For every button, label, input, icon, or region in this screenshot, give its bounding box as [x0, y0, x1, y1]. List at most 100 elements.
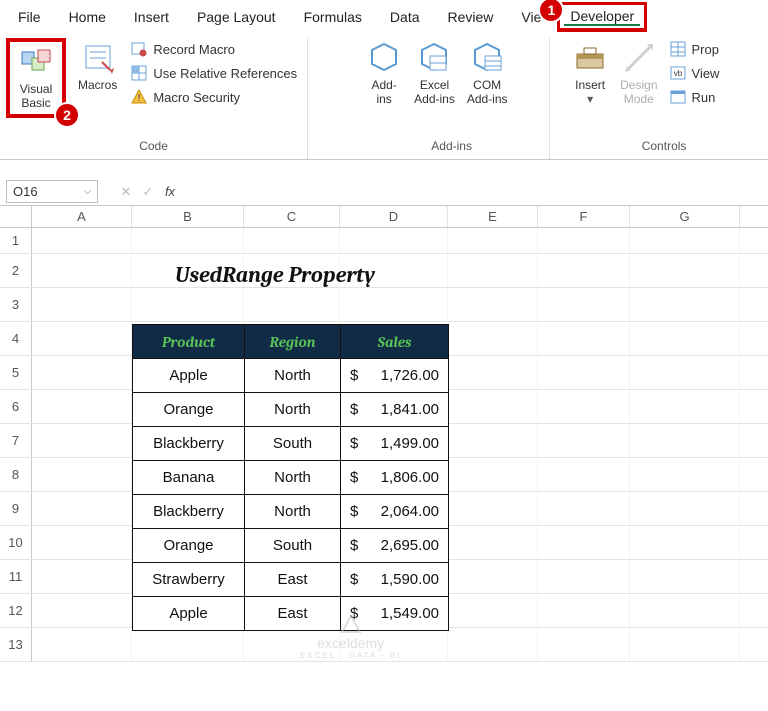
row-header[interactable]: 1 — [0, 228, 32, 253]
cell[interactable] — [32, 560, 132, 593]
macros-button[interactable]: Macros — [72, 38, 123, 94]
run-dialog-button[interactable]: Run — [666, 86, 724, 108]
cell[interactable] — [244, 628, 340, 661]
cell-region[interactable]: East — [245, 597, 341, 631]
cell-region[interactable]: South — [245, 427, 341, 461]
cell[interactable] — [340, 628, 448, 661]
cell[interactable] — [340, 228, 448, 253]
tab-home[interactable]: Home — [55, 3, 120, 31]
cell[interactable] — [32, 424, 132, 457]
cell[interactable] — [32, 526, 132, 559]
cell[interactable] — [538, 288, 630, 321]
name-box[interactable]: O16 ⌵ — [6, 180, 98, 203]
cell[interactable] — [630, 560, 740, 593]
cell[interactable] — [538, 628, 630, 661]
cell[interactable] — [538, 424, 630, 457]
cell-region[interactable]: South — [245, 529, 341, 563]
cell[interactable] — [32, 390, 132, 423]
row-header[interactable]: 3 — [0, 288, 32, 321]
row-header[interactable]: 10 — [0, 526, 32, 559]
cell[interactable] — [630, 288, 740, 321]
cell[interactable] — [630, 628, 740, 661]
tab-file[interactable]: File — [4, 3, 55, 31]
cell[interactable] — [630, 228, 740, 253]
cell[interactable] — [630, 322, 740, 355]
cell[interactable] — [538, 254, 630, 287]
cell-sales[interactable]: $1,806.00 — [341, 461, 449, 495]
cell[interactable] — [538, 594, 630, 627]
cell-product[interactable]: Strawberry — [133, 563, 245, 597]
cell[interactable] — [538, 390, 630, 423]
confirm-icon[interactable]: ✓ — [140, 184, 156, 200]
col-header-e[interactable]: E — [448, 206, 538, 227]
cell[interactable] — [630, 492, 740, 525]
cell[interactable] — [32, 254, 132, 287]
cell-sales[interactable]: $1,841.00 — [341, 393, 449, 427]
header-product[interactable]: Product — [133, 325, 245, 359]
cell[interactable] — [630, 526, 740, 559]
cell[interactable] — [32, 322, 132, 355]
cell[interactable] — [630, 356, 740, 389]
cell-sales[interactable]: $2,695.00 — [341, 529, 449, 563]
row-header[interactable]: 11 — [0, 560, 32, 593]
cell-product[interactable]: Apple — [133, 597, 245, 631]
cell[interactable] — [630, 390, 740, 423]
addins-button[interactable]: Add- ins — [360, 38, 408, 108]
header-sales[interactable]: Sales — [341, 325, 449, 359]
cell[interactable] — [448, 458, 538, 491]
cell[interactable] — [132, 288, 244, 321]
cell[interactable] — [630, 594, 740, 627]
cell-region[interactable]: North — [245, 495, 341, 529]
cell[interactable] — [32, 356, 132, 389]
cell[interactable] — [132, 628, 244, 661]
cell[interactable] — [630, 424, 740, 457]
cell[interactable] — [448, 628, 538, 661]
view-code-button[interactable]: vb View — [666, 62, 724, 84]
cell-region[interactable]: North — [245, 359, 341, 393]
row-header[interactable]: 6 — [0, 390, 32, 423]
cell-sales[interactable]: $2,064.00 — [341, 495, 449, 529]
row-header[interactable]: 7 — [0, 424, 32, 457]
cell[interactable] — [538, 322, 630, 355]
col-header-c[interactable]: C — [244, 206, 340, 227]
cell-region[interactable]: North — [245, 461, 341, 495]
visual-basic-button[interactable]: Visual Basic — [12, 42, 60, 112]
cell-product[interactable]: Orange — [133, 393, 245, 427]
row-header[interactable]: 12 — [0, 594, 32, 627]
col-header-g[interactable]: G — [630, 206, 740, 227]
fx-icon[interactable]: fx — [162, 184, 178, 199]
record-macro-button[interactable]: Record Macro — [127, 38, 301, 60]
properties-button[interactable]: Prop — [666, 38, 724, 60]
header-region[interactable]: Region — [245, 325, 341, 359]
cell-sales[interactable]: $1,590.00 — [341, 563, 449, 597]
cell[interactable] — [448, 288, 538, 321]
tab-insert[interactable]: Insert — [120, 3, 183, 31]
col-header-f[interactable]: F — [538, 206, 630, 227]
cell[interactable] — [448, 560, 538, 593]
use-relative-references-button[interactable]: Use Relative References — [127, 62, 301, 84]
row-header[interactable]: 5 — [0, 356, 32, 389]
tab-developer[interactable]: Developer 1 — [557, 2, 647, 32]
cell[interactable] — [538, 492, 630, 525]
cell-product[interactable]: Apple — [133, 359, 245, 393]
cell[interactable] — [448, 594, 538, 627]
cancel-icon[interactable]: ✕ — [118, 184, 134, 200]
cell[interactable] — [448, 424, 538, 457]
cell-region[interactable]: North — [245, 393, 341, 427]
cell-product[interactable]: Blackberry — [133, 495, 245, 529]
cell[interactable] — [538, 560, 630, 593]
cell-sales[interactable]: $1,499.00 — [341, 427, 449, 461]
cell[interactable] — [630, 458, 740, 491]
cell[interactable] — [244, 228, 340, 253]
cell[interactable] — [32, 594, 132, 627]
col-header-a[interactable]: A — [32, 206, 132, 227]
cell[interactable] — [538, 356, 630, 389]
design-mode-button[interactable]: Design Mode — [614, 38, 663, 108]
row-header[interactable]: 9 — [0, 492, 32, 525]
cell[interactable] — [630, 254, 740, 287]
cell-product[interactable]: Orange — [133, 529, 245, 563]
select-all-corner[interactable] — [0, 206, 32, 227]
cell[interactable] — [32, 492, 132, 525]
cell[interactable] — [448, 322, 538, 355]
tab-formulas[interactable]: Formulas — [290, 3, 376, 31]
